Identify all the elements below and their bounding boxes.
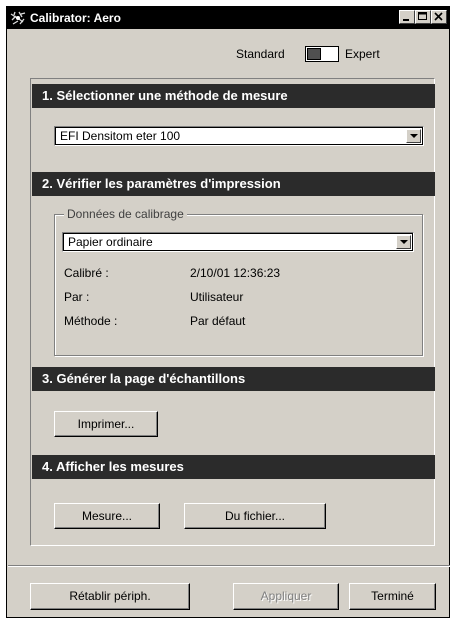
reset-device-button[interactable]: Rétablir périph. bbox=[30, 583, 190, 610]
close-icon bbox=[434, 12, 443, 21]
calibrated-value: 2/10/01 12:36:23 bbox=[190, 266, 281, 280]
by-label: Par : bbox=[64, 290, 90, 304]
section-4-header: 4. Afficher les mesures bbox=[32, 455, 435, 479]
method-label: Méthode : bbox=[64, 314, 118, 328]
print-button[interactable]: Imprimer... bbox=[54, 411, 158, 437]
calibration-data-group-label: Données de calibrage bbox=[64, 207, 187, 221]
instrument-select[interactable]: EFI Densitom eter 100 bbox=[54, 126, 424, 146]
measure-button[interactable]: Mesure... bbox=[54, 503, 160, 529]
dropdown-arrow-icon[interactable] bbox=[406, 129, 421, 143]
dropdown-arrow-icon[interactable] bbox=[396, 235, 411, 249]
section-1-header: 1. Sélectionner une méthode de mesure bbox=[32, 84, 435, 108]
title-bar[interactable]: Calibrator: Aero bbox=[7, 7, 449, 29]
minimize-icon bbox=[403, 19, 409, 21]
instrument-select-value: EFI Densitom eter 100 bbox=[60, 129, 181, 143]
maximize-icon bbox=[418, 12, 427, 20]
by-value: Utilisateur bbox=[190, 290, 244, 304]
apply-button[interactable]: Appliquer bbox=[233, 583, 339, 610]
mode-toggle-switch[interactable] bbox=[305, 46, 339, 62]
paper-type-select-value: Papier ordinaire bbox=[68, 235, 153, 249]
section-3-header: 3. Générer la page d'échantillons bbox=[32, 367, 435, 391]
done-button[interactable]: Terminé bbox=[349, 583, 436, 610]
section-2-header: 2. Vérifier les paramètres d'impression bbox=[32, 172, 435, 196]
close-button[interactable] bbox=[431, 10, 447, 24]
app-icon bbox=[10, 10, 26, 26]
mode-expert-label: Expert bbox=[345, 47, 380, 61]
calibrated-label: Calibré : bbox=[64, 266, 109, 280]
maximize-button[interactable] bbox=[415, 10, 431, 24]
window-title: Calibrator: Aero bbox=[30, 11, 121, 25]
mode-standard-label: Standard bbox=[236, 47, 285, 61]
paper-type-select[interactable]: Papier ordinaire bbox=[62, 232, 414, 252]
from-file-button[interactable]: Du fichier... bbox=[184, 503, 326, 529]
method-value: Par défaut bbox=[190, 314, 246, 328]
footer-separator bbox=[8, 565, 450, 567]
toggle-knob bbox=[307, 48, 321, 60]
minimize-button[interactable] bbox=[399, 10, 415, 24]
